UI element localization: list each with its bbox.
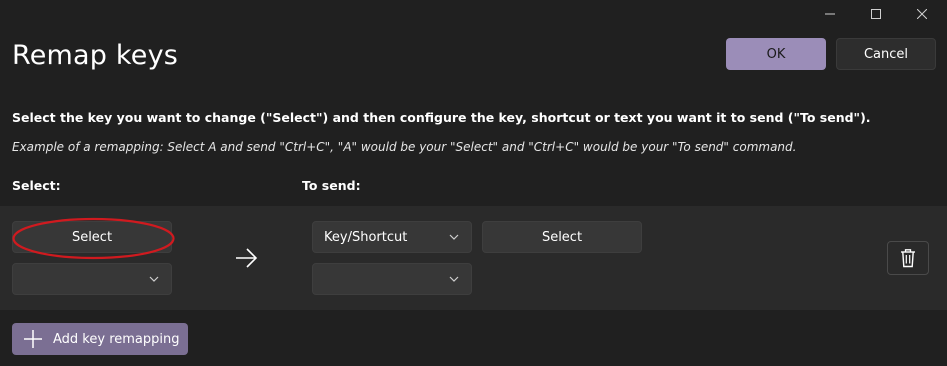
close-icon: [917, 9, 927, 19]
minimize-icon: [825, 13, 835, 15]
send-key-dropdown[interactable]: [312, 263, 472, 295]
maximize-button[interactable]: [853, 0, 899, 28]
trash-icon: [901, 249, 915, 268]
select-key-button[interactable]: Select: [12, 221, 172, 253]
select-column-header: Select:: [12, 178, 61, 193]
select-key-button-label: Select: [71, 229, 113, 245]
minimize-button[interactable]: [807, 0, 853, 28]
add-key-remapping-label: Add key remapping: [53, 331, 180, 347]
to-send-column-header: To send:: [302, 178, 361, 193]
title-bar: [0, 0, 947, 28]
close-button[interactable]: [899, 0, 945, 28]
ok-button[interactable]: OK: [726, 38, 826, 70]
example-text: Example of a remapping: Select A and sen…: [12, 140, 797, 154]
plus-icon: [24, 330, 42, 348]
send-type-dropdown[interactable]: Key/Shortcut: [312, 221, 472, 253]
chevron-down-icon: [149, 276, 159, 282]
send-select-button-label: Select: [541, 229, 583, 245]
send-select-button[interactable]: Select: [482, 221, 642, 253]
send-type-dropdown-value: Key/Shortcut: [324, 229, 408, 245]
chevron-down-icon: [449, 234, 459, 240]
select-key-dropdown[interactable]: [12, 263, 172, 295]
delete-remapping-button[interactable]: [887, 241, 929, 275]
chevron-down-icon: [449, 276, 459, 282]
arrow-right-icon: [236, 248, 258, 268]
add-key-remapping-button[interactable]: Add key remapping: [12, 323, 188, 355]
instruction-text: Select the key you want to change ("Sele…: [12, 110, 871, 125]
cancel-button[interactable]: Cancel: [836, 38, 936, 70]
maximize-icon: [871, 9, 881, 19]
page-title: Remap keys: [12, 40, 179, 71]
